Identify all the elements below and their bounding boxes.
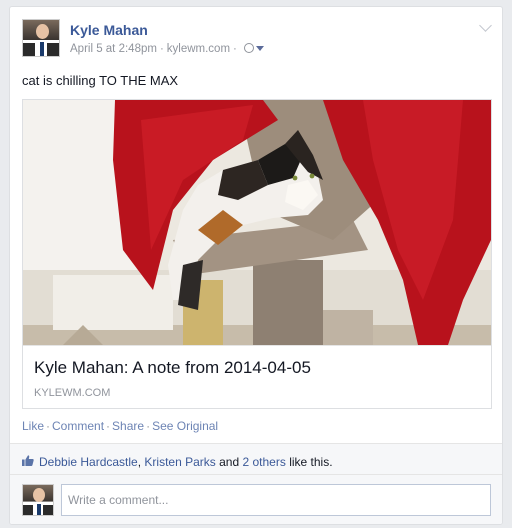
meta-separator: · [233,43,237,55]
liker-link[interactable]: Debbie Hardcastle [39,455,138,469]
action-separator: · [146,419,151,433]
see-original-link[interactable]: See Original [152,419,218,433]
liker-link[interactable]: Kristen Parks [144,455,215,469]
meta-separator: · [159,43,164,55]
attachment-domain: KYLEWM.COM [34,387,111,399]
cat-photo-image [23,100,491,345]
action-separator: · [106,419,111,433]
post-card: Kyle Mahan April 5 at 2:48pm · kylewm.com ·… [9,6,503,525]
post-date[interactable]: April 5 at 2:48pm [70,43,157,55]
like-link[interactable]: Like [22,419,44,433]
others-link[interactable]: 2 others [242,455,285,469]
likes-and: and [219,455,240,469]
likes-suffix: like this. [289,455,333,469]
likes-comma: , [137,455,142,469]
post-actions: Like · Comment · Share · See Original [22,419,218,433]
share-link[interactable]: Share [112,419,144,433]
comment-composer [10,474,502,524]
author-name[interactable]: Kyle Mahan [70,22,148,38]
thumbs-up-icon [22,455,34,466]
commenter-avatar [22,484,54,516]
post-meta: April 5 at 2:48pm · kylewm.com · [70,43,264,55]
post-source[interactable]: kylewm.com [167,43,230,55]
action-separator: · [46,419,51,433]
chevron-down-icon[interactable] [479,19,492,32]
attachment-title[interactable]: Kyle Mahan: A note from 2014-04-05 [34,358,311,378]
privacy-dropdown-icon[interactable] [255,46,264,51]
attachment-link-box[interactable]: Kyle Mahan: A note from 2014-04-05 KYLEW… [23,345,491,408]
globe-icon[interactable] [243,43,254,53]
likes-summary: Debbie Hardcastle, Kristen Parks and 2 o… [10,443,502,474]
attachment-photo[interactable] [23,100,491,345]
author-avatar[interactable] [22,19,60,57]
comment-link[interactable]: Comment [52,419,104,433]
status-text: cat is chilling TO THE MAX [22,73,179,88]
comment-input[interactable] [61,484,491,516]
likes-text: Debbie Hardcastle, Kristen Parks and 2 o… [39,455,333,469]
link-attachment[interactable]: Kyle Mahan: A note from 2014-04-05 KYLEW… [22,99,492,409]
